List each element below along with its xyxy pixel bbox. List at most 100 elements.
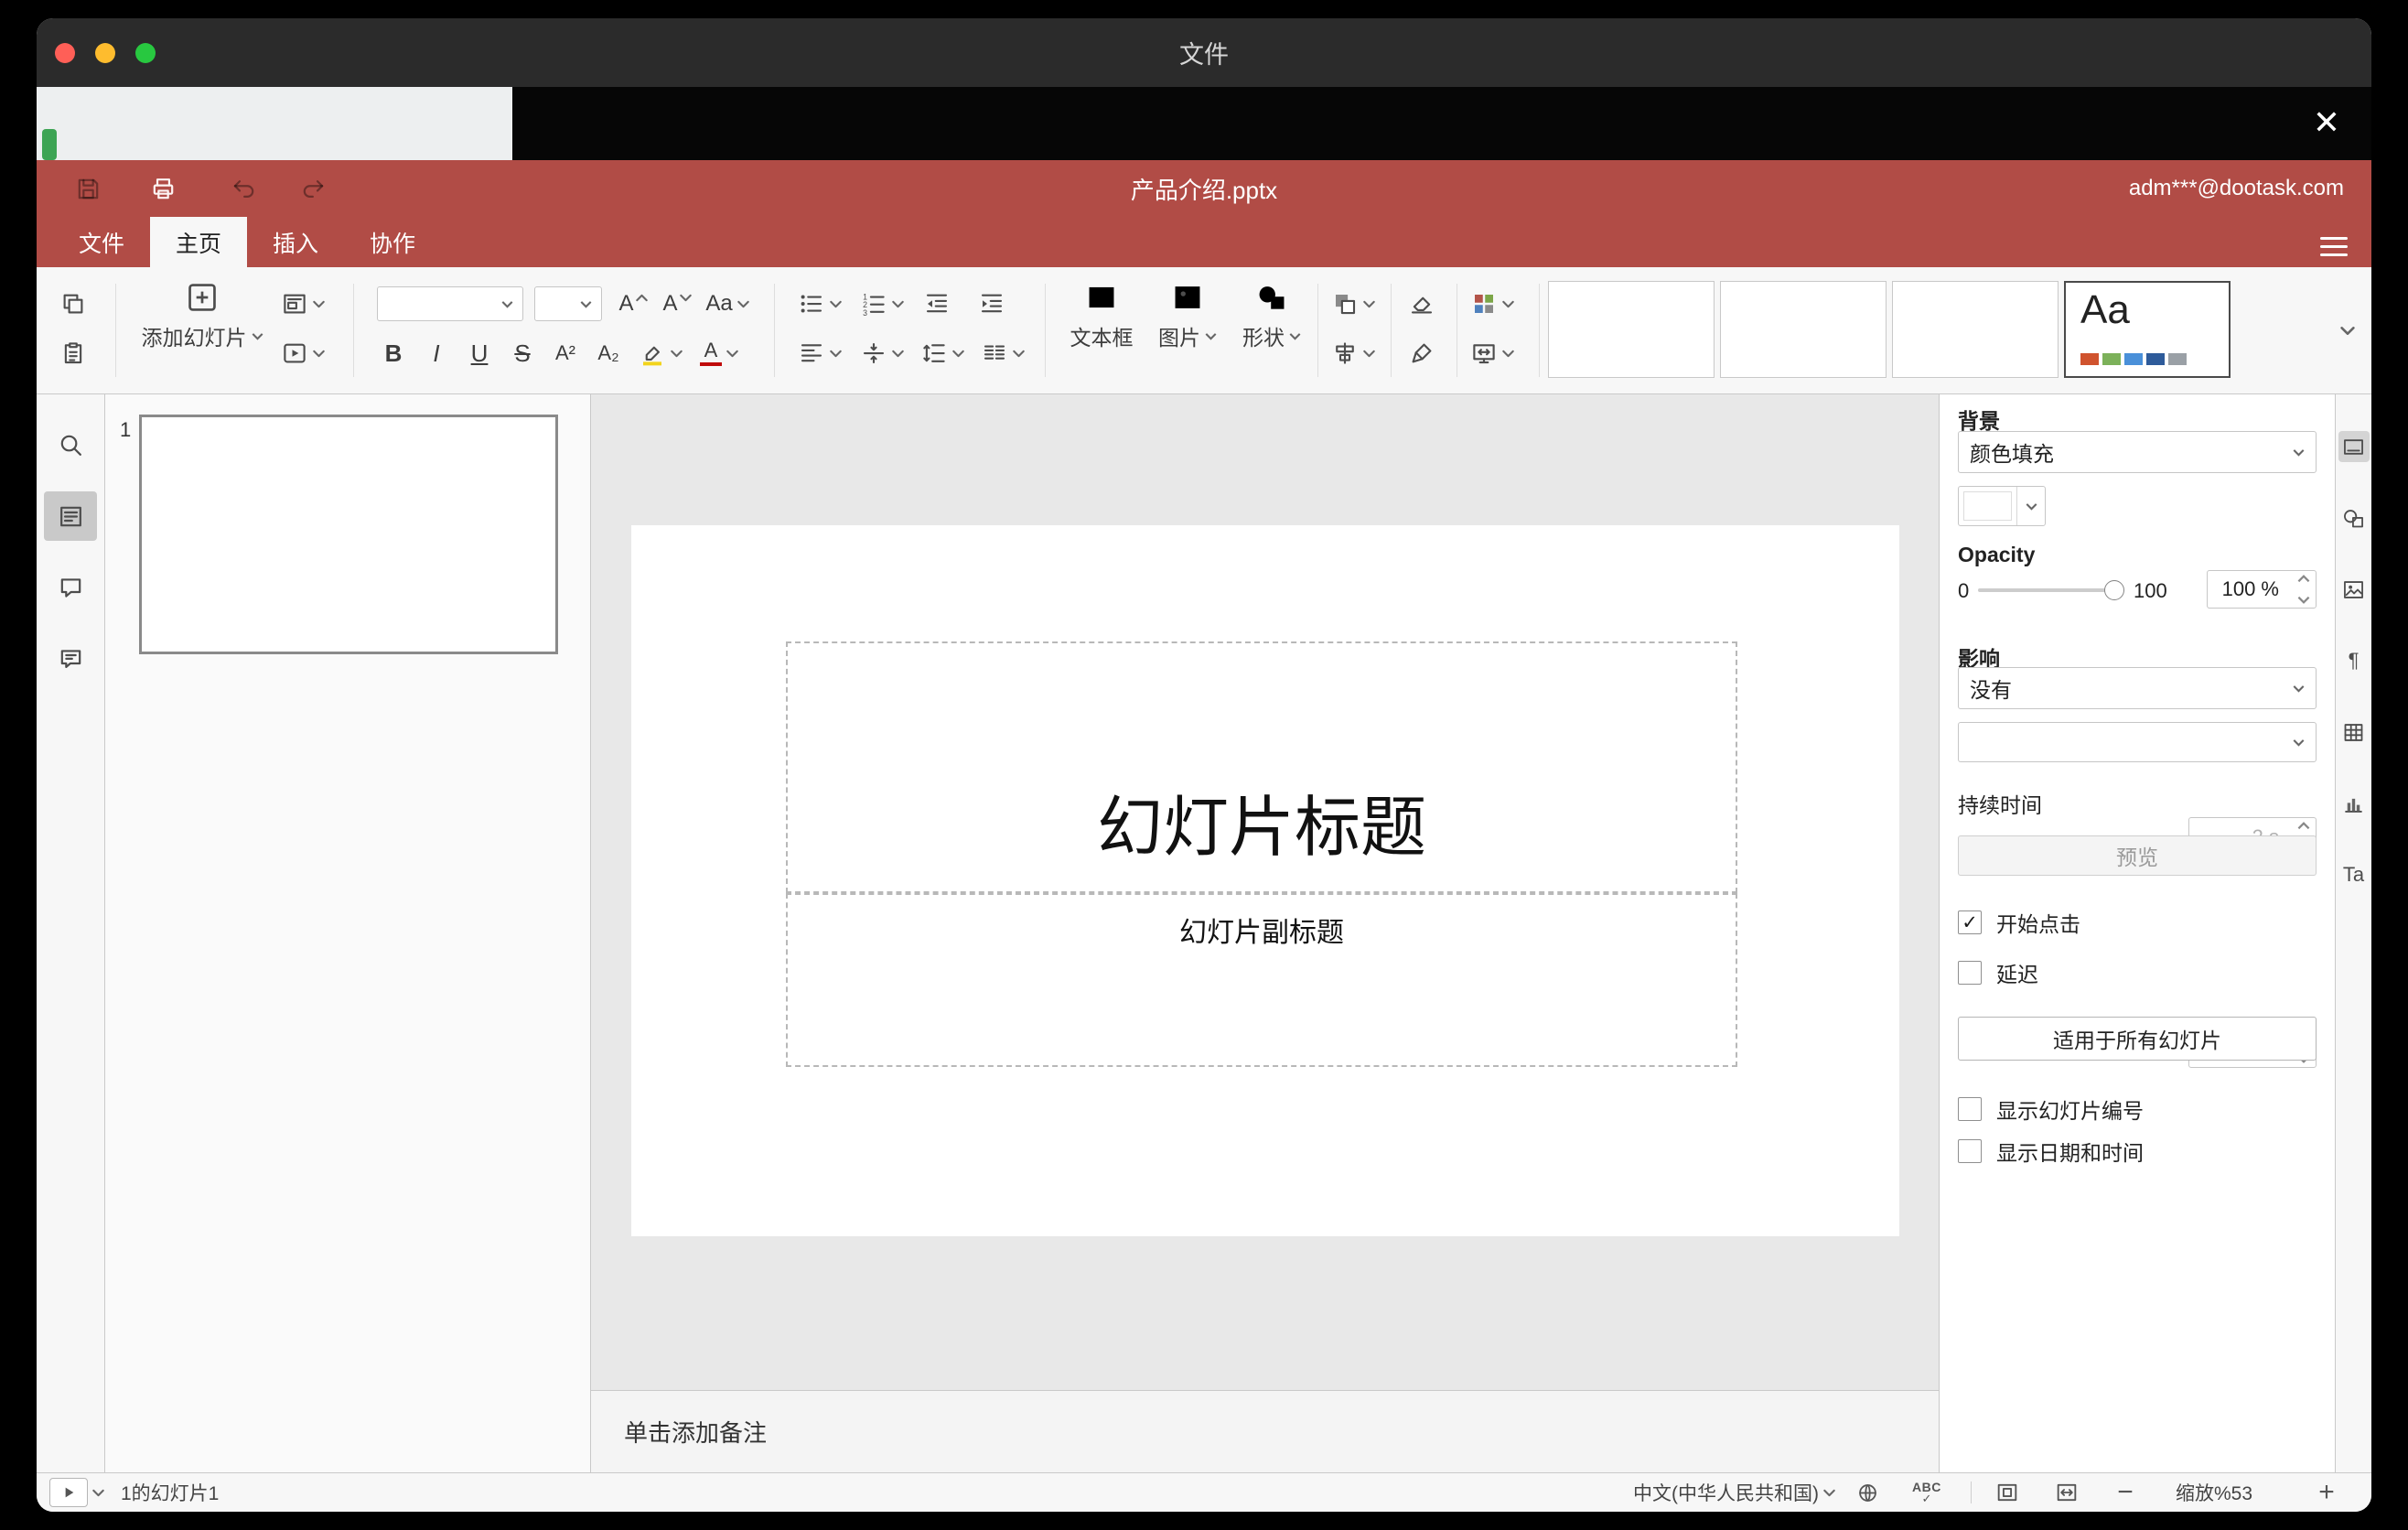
font-color-icon[interactable]: A xyxy=(692,333,747,373)
paste-icon[interactable] xyxy=(53,333,93,373)
opacity-max: 100 xyxy=(2134,579,2167,602)
slide-size-icon[interactable] xyxy=(1466,333,1519,373)
insert-shape-button[interactable]: 形状 xyxy=(1231,280,1312,351)
start-on-click-label: 开始点击 xyxy=(1996,912,2080,936)
subscript-button[interactable]: A₂ xyxy=(588,333,629,373)
theme-preview-3[interactable] xyxy=(1892,281,2059,378)
chart-settings-icon[interactable] xyxy=(2338,788,2370,819)
delay-checkbox[interactable] xyxy=(1958,961,1982,985)
strikethrough-button[interactable]: S xyxy=(502,333,543,373)
tab-insert[interactable]: 插入 xyxy=(247,217,344,267)
undo-icon[interactable] xyxy=(223,168,263,209)
slide[interactable]: 幻灯片标题 幻灯片副标题 xyxy=(631,525,1899,1236)
effect-select[interactable]: 没有 xyxy=(1958,667,2317,709)
fill-color-swatch[interactable] xyxy=(1958,486,2046,526)
clear-style-icon[interactable] xyxy=(1402,284,1442,324)
close-icon[interactable]: ✕ xyxy=(2306,102,2348,144)
decrease-indent-icon[interactable] xyxy=(917,284,957,324)
start-slideshow-icon[interactable] xyxy=(276,333,329,373)
menu-icon[interactable] xyxy=(2320,232,2348,262)
save-icon[interactable] xyxy=(68,168,108,209)
slide-thumbnail-1[interactable] xyxy=(139,415,558,654)
opacity-min: 0 xyxy=(1958,579,1970,602)
document-language-icon[interactable] xyxy=(1855,1473,1880,1512)
check-icon: ✓ xyxy=(1962,911,1978,933)
increase-indent-icon[interactable] xyxy=(972,284,1012,324)
columns-icon[interactable] xyxy=(977,333,1028,373)
redo-icon[interactable] xyxy=(293,168,333,209)
print-icon[interactable] xyxy=(143,168,183,209)
show-slide-number-row: 显示幻灯片编号 xyxy=(1958,1094,2144,1125)
theme-preview-4-selected[interactable]: Aa xyxy=(2064,281,2231,378)
opacity-slider-knob[interactable] xyxy=(2104,580,2124,600)
start-on-click-checkbox[interactable]: ✓ xyxy=(1958,910,1982,934)
theme-preview-1[interactable] xyxy=(1548,281,1715,378)
image-settings-icon[interactable] xyxy=(2338,574,2370,605)
opacity-slider-track[interactable] xyxy=(1978,588,2113,592)
feedback-icon[interactable] xyxy=(44,634,97,684)
delay-row: 延迟 xyxy=(1958,957,2038,988)
collapse-toolbar-icon[interactable] xyxy=(2331,318,2359,342)
tab-home[interactable]: 主页 xyxy=(150,217,248,267)
insert-image-button[interactable]: 图片 xyxy=(1147,280,1228,351)
background-page xyxy=(37,87,512,160)
spellcheck-icon[interactable]: ABC ✓ xyxy=(1912,1473,1941,1512)
zoom-in-button[interactable]: + xyxy=(2311,1473,2342,1512)
color-scheme-icon[interactable] xyxy=(1466,284,1519,324)
table-settings-icon[interactable] xyxy=(2338,717,2370,748)
change-case-icon[interactable]: Aa xyxy=(701,284,754,324)
vertical-align-icon[interactable] xyxy=(856,333,908,373)
line-spacing-icon[interactable] xyxy=(917,333,968,373)
copy-style-icon[interactable] xyxy=(1402,333,1442,373)
text-box-button[interactable]: 文本框 xyxy=(1059,280,1144,351)
subtitle-placeholder[interactable]: 幻灯片副标题 xyxy=(786,893,1737,1067)
overlay-backdrop: ✕ xyxy=(37,87,2371,160)
search-icon[interactable] xyxy=(44,420,97,469)
fit-slide-button[interactable] xyxy=(1994,1473,2020,1512)
tab-file[interactable]: 文件 xyxy=(53,217,150,267)
notes-area[interactable]: 单击添加备注 xyxy=(591,1390,1939,1472)
slide-layout-icon[interactable] xyxy=(276,284,329,324)
theme-preview-2[interactable] xyxy=(1720,281,1887,378)
slides-panel-icon[interactable] xyxy=(44,491,97,541)
opacity-value: 100 % xyxy=(2221,577,2279,600)
fit-width-button[interactable] xyxy=(2054,1473,2080,1512)
comments-icon[interactable] xyxy=(44,563,97,612)
superscript-button[interactable]: A² xyxy=(545,333,586,373)
slide-title-text: 幻灯片标题 xyxy=(1096,792,1426,865)
tab-collaboration[interactable]: 协作 xyxy=(344,217,441,267)
bold-button[interactable]: B xyxy=(373,333,414,373)
effect-variant-select[interactable] xyxy=(1958,722,2317,762)
apply-to-all-button[interactable]: 适用于所有幻灯片 xyxy=(1958,1017,2317,1061)
italic-button[interactable]: I xyxy=(416,333,457,373)
zoom-out-button[interactable]: − xyxy=(2110,1473,2141,1512)
decrease-font-size-icon[interactable]: A xyxy=(657,284,697,324)
theme-color-strip xyxy=(2080,353,2187,365)
increase-font-size-icon[interactable]: A xyxy=(613,284,653,324)
align-shape-icon[interactable] xyxy=(1327,333,1380,373)
window-title: 文件 xyxy=(1179,41,1229,69)
bullet-list-icon[interactable] xyxy=(794,284,845,324)
show-datetime-checkbox[interactable] xyxy=(1958,1139,1982,1163)
highlight-color-icon[interactable] xyxy=(633,333,688,373)
opacity-spinner[interactable]: 100 % xyxy=(2207,570,2317,609)
show-datetime-row: 显示日期和时间 xyxy=(1958,1136,2144,1167)
text-art-settings-icon[interactable]: Ta xyxy=(2338,859,2370,890)
font-size-select[interactable] xyxy=(534,286,602,321)
start-slideshow-button[interactable] xyxy=(49,1473,104,1512)
add-slide-button[interactable]: 添加幻灯片 xyxy=(128,280,276,351)
font-name-select[interactable] xyxy=(377,286,523,321)
preview-button[interactable]: 预览 xyxy=(1958,835,2317,876)
copy-icon[interactable] xyxy=(53,284,93,324)
paragraph-settings-icon[interactable]: ¶ xyxy=(2338,645,2370,676)
language-selector[interactable]: 中文(中华人民共和国) xyxy=(1633,1473,1835,1512)
fill-type-select[interactable]: 颜色填充 xyxy=(1958,431,2317,473)
show-slide-number-checkbox[interactable] xyxy=(1958,1097,1982,1121)
shape-settings-icon[interactable] xyxy=(2338,502,2370,533)
slide-settings-icon[interactable] xyxy=(2338,431,2370,462)
title-placeholder[interactable]: 幻灯片标题 xyxy=(786,641,1737,893)
arrange-shape-icon[interactable] xyxy=(1327,284,1380,324)
numbered-list-icon[interactable]: 123 xyxy=(856,284,908,324)
horizontal-align-icon[interactable] xyxy=(794,333,845,373)
underline-button[interactable]: U xyxy=(459,333,500,373)
